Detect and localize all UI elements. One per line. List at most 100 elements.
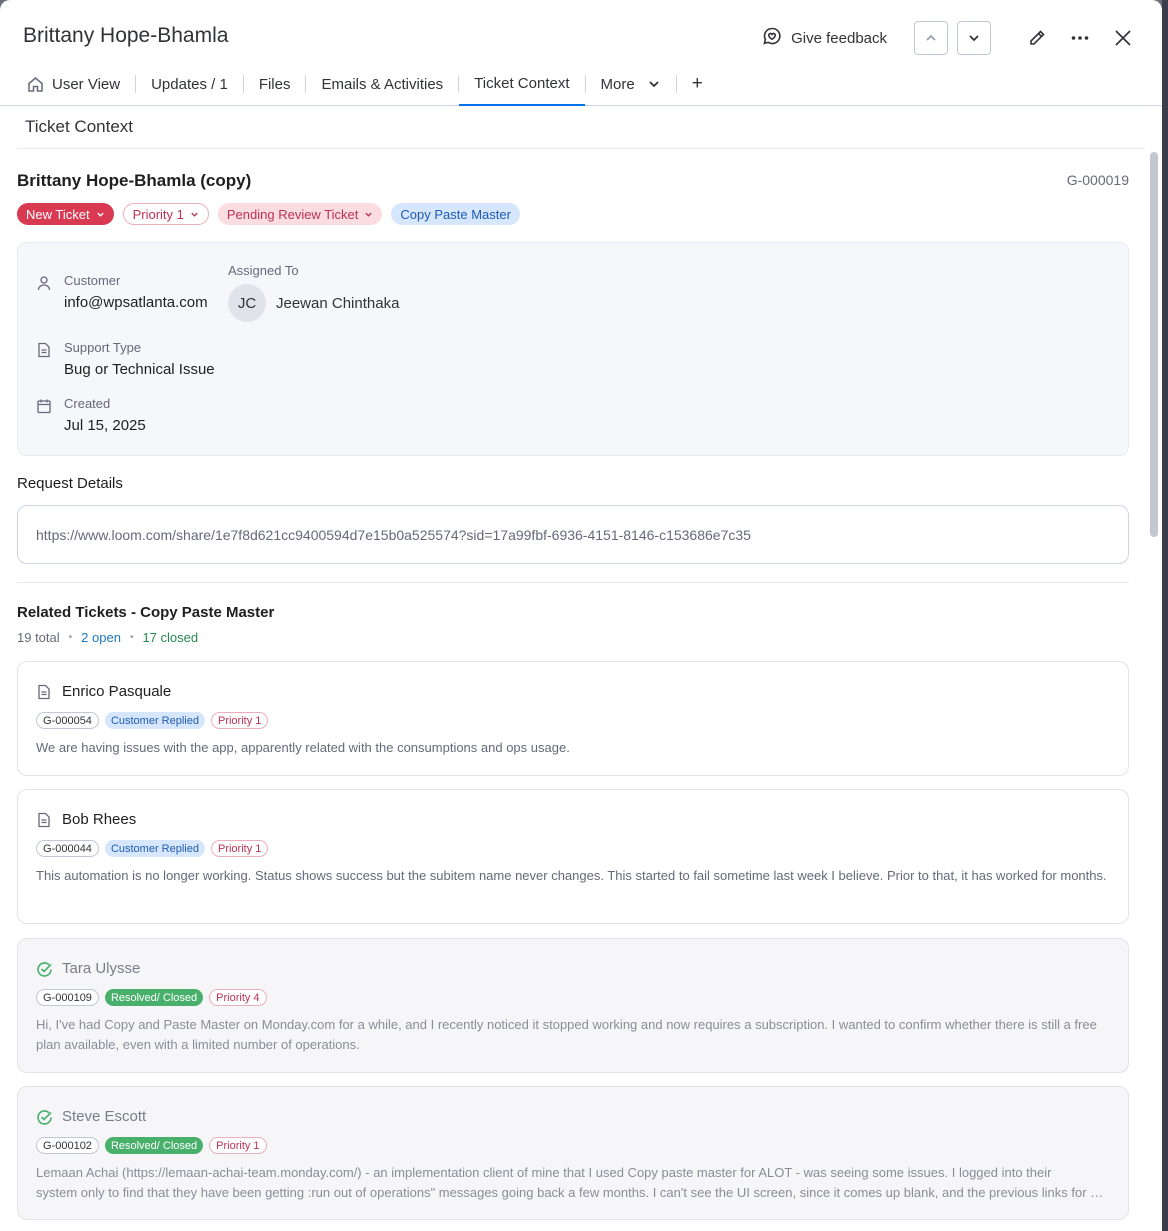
calendar-icon: [36, 396, 64, 434]
support-type-value: Bug or Technical Issue: [64, 361, 215, 378]
give-feedback-button[interactable]: Give feedback: [762, 26, 887, 50]
tab-ticket-context[interactable]: Ticket Context: [459, 62, 585, 106]
chevron-up-icon: [926, 34, 936, 41]
more-options-button[interactable]: [1063, 21, 1097, 55]
ticket-card-chips: G-000044 Customer Replied Priority 1: [36, 840, 269, 857]
tab-label: More: [600, 75, 635, 93]
pencil-icon: [1030, 30, 1045, 45]
avatar: JC: [228, 284, 266, 322]
stage-chip[interactable]: Pending Review Ticket: [217, 203, 383, 225]
ticket-card-name: Tara Ulysse: [62, 960, 141, 977]
product-chip: Copy Paste Master: [391, 203, 520, 225]
related-ticket-card[interactable]: Bob Rhees G-000044 Customer Replied Prio…: [17, 789, 1129, 924]
tab-label: Ticket Context: [474, 74, 570, 92]
priority-chip[interactable]: Priority 1: [122, 203, 209, 225]
support-type-label: Support Type: [64, 340, 142, 355]
tab-emails-activities[interactable]: Emails & Activities: [306, 62, 458, 106]
previous-item-button[interactable]: [914, 21, 948, 55]
total-count: 19 total: [17, 630, 60, 645]
tab-bar: User View Updates / 1 Files Emails & Act…: [27, 62, 718, 106]
assigned-label: Assigned To: [228, 263, 299, 278]
open-count: 2 open: [81, 630, 121, 645]
home-icon: [27, 76, 44, 93]
assignee-name: Jeewan Chinthaka: [276, 294, 400, 312]
ticket-card-priority: Priority 1: [209, 1137, 267, 1154]
status-chip[interactable]: New Ticket: [17, 203, 114, 225]
request-details-value[interactable]: https://www.loom.com/share/1e7f8d621cc94…: [17, 505, 1129, 564]
ticket-card-id: G-000044: [36, 840, 99, 857]
next-item-button[interactable]: [957, 21, 991, 55]
ticket-info-box: Customer info@wpsatlanta.com Assigned To…: [17, 242, 1129, 456]
item-title[interactable]: Brittany Hope-Bhamla: [23, 24, 228, 48]
section-title: Ticket Context: [25, 117, 134, 136]
status-label: New Ticket: [26, 206, 90, 222]
tab-label: Files: [258, 75, 291, 93]
customer-field: Customer info@wpsatlanta.com: [36, 273, 208, 311]
ticket-card-id: G-000054: [36, 712, 99, 729]
tab-updates[interactable]: Updates / 1: [136, 62, 243, 106]
divider: [17, 148, 1145, 149]
ticket-card-id: G-000109: [36, 989, 99, 1006]
add-view-button[interactable]: +: [677, 62, 718, 106]
ticket-card-description: We are having issues with the app, appar…: [36, 740, 570, 755]
ticket-card-status: Resolved/ Closed: [104, 1137, 204, 1154]
backdrop: [1162, 0, 1168, 1231]
ticket-card-chips: G-000054 Customer Replied Priority 1: [36, 712, 269, 729]
item-panel: Brittany Hope-Bhamla Give feedback User …: [0, 0, 1162, 1231]
related-ticket-card[interactable]: Enrico Pasquale G-000054 Customer Replie…: [17, 661, 1129, 776]
ticket-name: Brittany Hope-Bhamla (copy): [17, 171, 252, 190]
ticket-card-status: Customer Replied: [104, 840, 205, 857]
user-icon: [36, 273, 64, 311]
document-icon: [36, 684, 52, 700]
header-actions: Give feedback: [762, 21, 1140, 55]
customer-value: info@wpsatlanta.com: [64, 294, 208, 311]
support-type-field: Support Type Bug or Technical Issue: [36, 340, 215, 378]
tab-label: Updates / 1: [151, 75, 228, 93]
ticket-card-name: Enrico Pasquale: [62, 683, 172, 700]
closed-count: 17 closed: [142, 630, 199, 645]
tab-more[interactable]: More: [586, 62, 676, 106]
related-ticket-card[interactable]: Tara Ulysse G-000109 Resolved/ Closed Pr…: [17, 938, 1129, 1073]
created-field: Created Jul 15, 2025: [36, 396, 146, 434]
chevron-down-icon: [969, 35, 979, 42]
assigned-to-field: Assigned To JC Jeewan Chinthaka: [228, 263, 399, 322]
close-icon: [1115, 30, 1131, 46]
related-tickets-stats: 19 total • 2 open • 17 closed: [17, 630, 199, 645]
chevron-down-icon: [365, 212, 373, 217]
assignee[interactable]: JC Jeewan Chinthaka: [228, 284, 399, 322]
ticket-card-chips: G-000109 Resolved/ Closed Priority 4: [36, 989, 267, 1006]
ticket-id: G-000019: [1066, 172, 1129, 188]
ticket-card-chips: G-000102 Resolved/ Closed Priority 1: [36, 1137, 267, 1154]
priority-label: Priority 1: [132, 206, 184, 222]
related-ticket-card[interactable]: Steve Escott G-000102 Resolved/ Closed P…: [17, 1086, 1129, 1220]
tab-user-view[interactable]: User View: [27, 62, 135, 106]
ticket-card-description-line: Lemaan Achai (https://lemaan-achai-team.…: [36, 1165, 1052, 1180]
ticket-card-name: Bob Rhees: [62, 811, 137, 828]
check-circle-icon: [36, 961, 53, 978]
close-button[interactable]: [1106, 21, 1140, 55]
ticket-card-description: Lemaan Achai (https://lemaan-achai-team.…: [36, 1163, 1110, 1203]
ticket-card-status: Customer Replied: [104, 712, 205, 729]
ticket-card-priority: Priority 1: [210, 712, 269, 729]
tab-label: User View: [52, 75, 121, 93]
created-value: Jul 15, 2025: [64, 417, 146, 434]
related-tickets-title: Related Tickets - Copy Paste Master: [17, 604, 275, 621]
scrollbar[interactable]: [1150, 152, 1158, 537]
divider: [17, 582, 1129, 583]
chevron-down-icon: [647, 77, 661, 91]
panel-header: Brittany Hope-Bhamla Give feedback User …: [0, 0, 1162, 106]
ticket-card-description-line: system only to find that they have been …: [36, 1185, 1110, 1200]
document-icon: [36, 340, 64, 378]
request-details-label: Request Details: [17, 475, 123, 492]
tab-files[interactable]: Files: [244, 62, 306, 106]
stage-label: Pending Review Ticket: [226, 206, 359, 222]
feedback-icon: [762, 26, 782, 50]
ticket-card-name: Steve Escott: [62, 1108, 147, 1125]
ticket-chips: New Ticket Priority 1 Pending Review Tic…: [17, 203, 520, 225]
more-dots-icon: [1071, 36, 1089, 40]
ticket-card-description: Hi, I've had Copy and Paste Master on Mo…: [36, 1017, 1097, 1052]
document-icon: [36, 812, 52, 828]
ticket-card-status: Resolved/ Closed: [104, 989, 204, 1006]
edit-button[interactable]: [1020, 21, 1054, 55]
chevron-down-icon: [191, 212, 198, 217]
